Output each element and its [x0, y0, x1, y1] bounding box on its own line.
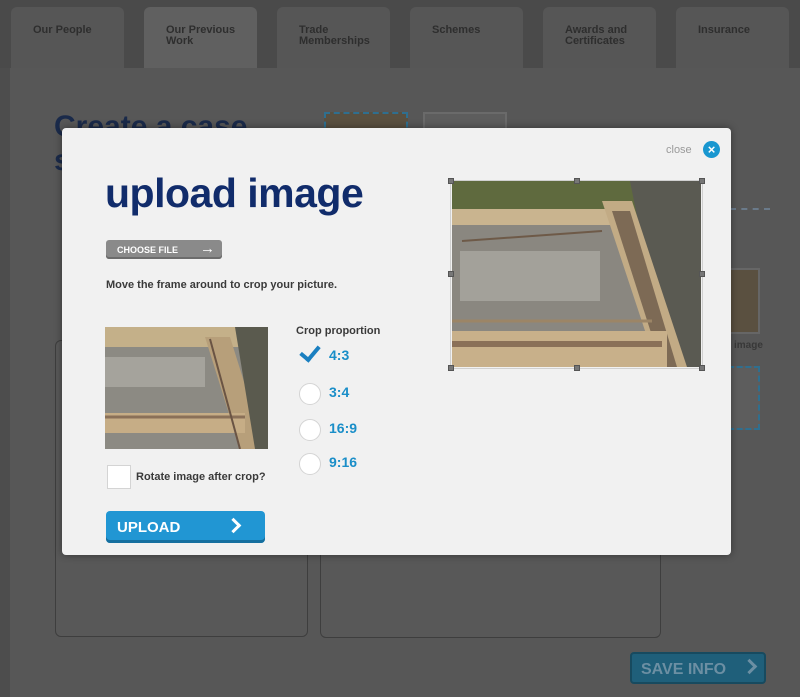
modal-title: upload image: [105, 170, 364, 216]
tab-trade-memberships[interactable]: Trade Memberships: [277, 7, 390, 68]
tab-label: Awards and Certificates: [565, 24, 628, 47]
tab-label: Insurance: [698, 24, 750, 36]
radio-button[interactable]: [299, 383, 321, 405]
background-divider: [730, 208, 770, 210]
crop-instruction: Move the frame around to crop your pictu…: [106, 279, 338, 291]
save-info-label: SAVE INFO: [641, 661, 727, 678]
crop-preview-image: [105, 327, 268, 449]
crop-option-label: 16:9: [329, 420, 358, 436]
rotate-checkbox[interactable]: [107, 465, 131, 489]
chevron-right-icon: [741, 658, 758, 675]
arrow-right-icon: →: [200, 240, 215, 257]
tab-awards-and-certificates[interactable]: Awards and Certificates: [543, 7, 656, 68]
tab-bar: Our People Our Previous Work Trade Membe…: [0, 0, 800, 68]
upload-image-modal: close × upload image CHOOSE FILE → Move …: [62, 128, 731, 555]
crop-frame[interactable]: [448, 178, 705, 371]
crop-option-label: 3:4: [329, 384, 350, 400]
radio-button[interactable]: [299, 419, 321, 441]
crop-handle-top[interactable]: [574, 178, 580, 184]
tab-our-people[interactable]: Our People: [11, 7, 124, 68]
close-icon[interactable]: ×: [703, 141, 720, 158]
choose-file-label: CHOOSE FILE: [117, 245, 179, 255]
upload-label: UPLOAD: [117, 519, 181, 536]
crop-handle-top-right[interactable]: [699, 178, 705, 184]
close-button[interactable]: close ×: [666, 141, 722, 159]
background-side-label: image: [734, 340, 763, 351]
save-info-button: SAVE INFO: [630, 652, 766, 684]
tab-label: Schemes: [432, 24, 481, 36]
close-label: close: [666, 144, 692, 156]
choose-file-button[interactable]: CHOOSE FILE →: [106, 240, 222, 259]
crop-handle-bottom[interactable]: [574, 365, 580, 371]
radio-checked[interactable]: [299, 340, 321, 366]
crop-handle-bottom-left[interactable]: [448, 365, 454, 371]
crop-option-4-3[interactable]: 4:3: [296, 340, 416, 368]
crop-option-9-16[interactable]: 9:16: [296, 451, 416, 475]
crop-handle-top-left[interactable]: [448, 178, 454, 184]
crop-option-3-4[interactable]: 3:4: [296, 381, 416, 405]
tab-our-previous-work[interactable]: Our Previous Work: [144, 7, 257, 68]
tab-schemes[interactable]: Schemes: [410, 7, 523, 68]
crop-handle-left[interactable]: [448, 271, 454, 277]
crop-option-label: 9:16: [329, 454, 358, 470]
chevron-right-icon: [225, 517, 242, 534]
background-side-slot: [728, 366, 760, 430]
tab-label: Our People: [33, 24, 92, 36]
tab-insurance[interactable]: Insurance: [676, 7, 789, 68]
crop-handle-right[interactable]: [699, 271, 705, 277]
tab-label: Our Previous Work: [166, 24, 236, 47]
crop-option-label: 4:3: [329, 347, 350, 363]
tab-label: Trade Memberships: [299, 24, 370, 47]
upload-button[interactable]: UPLOAD: [106, 511, 265, 543]
radio-button[interactable]: [299, 453, 321, 475]
checkmark-icon: [299, 340, 321, 363]
crop-option-16-9[interactable]: 16:9: [296, 417, 416, 441]
crop-handle-bottom-right[interactable]: [699, 365, 705, 371]
crop-proportion-heading: Crop proportion: [296, 325, 381, 337]
rotate-label: Rotate image after crop?: [136, 471, 266, 483]
